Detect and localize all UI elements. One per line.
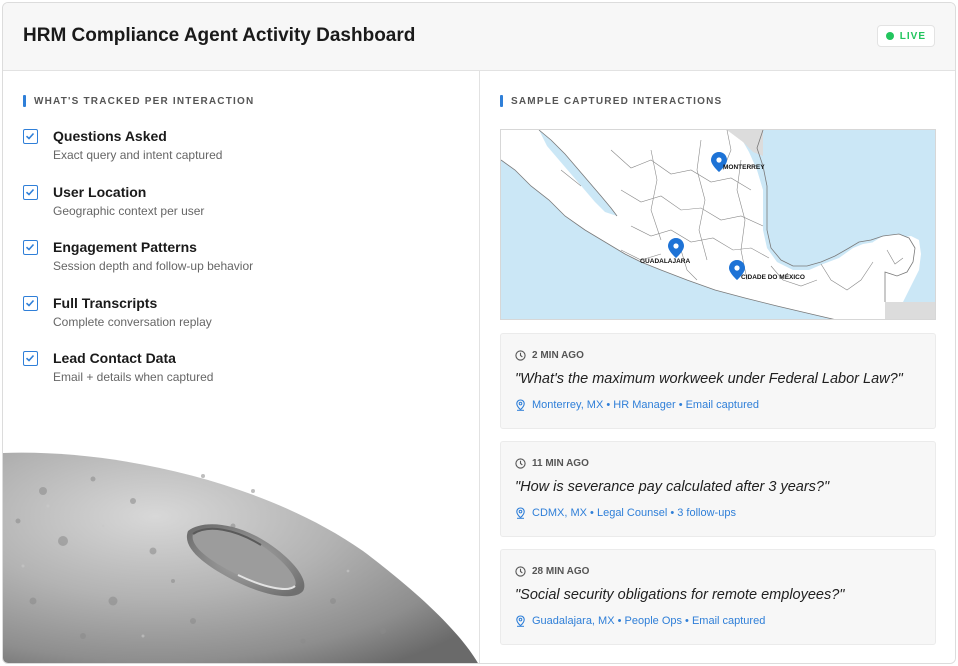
pin-label-mexico-city: CIDADE DO MÉXICO [741,272,805,281]
page-title: HRM Compliance Agent Activity Dashboard [23,25,416,46]
interaction-meta-label: Guadalajara, MX • People Ops • Email cap… [532,615,766,627]
interaction-time: 28 MIN AGO [515,566,589,577]
dashboard-window: HRM Compliance Agent Activity Dashboard … [2,2,956,664]
live-status-label: LIVE [899,30,926,42]
clock-icon [515,350,526,361]
feature-questions-asked: Questions Asked Exact query and intent c… [23,125,463,181]
live-status-badge: LIVE [876,25,935,47]
feature-description: Complete conversation replay [53,314,212,329]
interaction-time-label: 2 MIN AGO [532,350,584,361]
feature-full-transcripts: Full Transcripts Complete conversation r… [23,292,463,348]
live-status-dot [885,32,894,40]
tracked-section-label: WHAT'S TRACKED PER INTERACTION [34,95,255,107]
location-pin-icon [516,507,525,519]
dashboard-header: HRM Compliance Agent Activity Dashboard … [3,3,955,71]
interaction-quote: "How is severance pay calculated after 3… [515,479,830,495]
interaction-meta-label: Monterrey, MX • HR Manager • Email captu… [532,399,759,411]
feature-description: Email + details when captured [53,370,214,384]
clock-icon [515,566,526,577]
samples-section-heading: SAMPLE CAPTURED INTERACTIONS [500,95,722,107]
feature-description: Exact query and intent captured [53,148,223,162]
feature-title: Full Transcripts [53,294,158,311]
checkbox-icon[interactable] [23,295,38,311]
pin-label-guadalajara: GUADALAJARA [640,258,691,265]
feature-engagement-patterns: Engagement Patterns Session depth and fo… [23,236,463,292]
checkbox-icon[interactable] [23,184,38,200]
interaction-card[interactable]: 28 MIN AGO "Social security obligations … [500,549,936,645]
feature-title: User Location [53,183,147,200]
section-accent-bar [23,95,26,107]
location-pin-icon [516,399,525,411]
checkbox-icon[interactable] [23,129,38,144]
tracked-feature-list: Questions Asked Exact query and intent c… [23,125,463,403]
tracked-panel: WHAT'S TRACKED PER INTERACTION Questions… [3,71,479,663]
interaction-time-label: 28 MIN AGO [532,566,590,577]
clock-icon [515,458,526,469]
interaction-time: 2 MIN AGO [515,350,584,361]
section-accent-bar [500,95,503,107]
interaction-card[interactable]: 2 MIN AGO "What's the maximum workweek u… [500,333,936,429]
checkbox-icon[interactable] [23,240,38,255]
location-pin-icon [516,615,525,627]
feature-title: Engagement Patterns [53,239,197,255]
interactions-map[interactable]: MONTERREY GUADALAJARA CIDADE DO MÉXICO [500,129,936,320]
samples-section-label: SAMPLE CAPTURED INTERACTIONS [511,95,723,107]
feature-title: Lead Contact Data [53,350,176,366]
interaction-meta[interactable]: Monterrey, MX • HR Manager • Email captu… [515,399,759,411]
interaction-quote: "What's the maximum workweek under Feder… [515,371,903,387]
interaction-meta[interactable]: CDMX, MX • Legal Counsel • 3 follow-ups [515,507,736,519]
moon-illustration [3,431,479,663]
feature-description: Session depth and follow-up behavior [53,259,254,273]
interaction-quote: "Social security obligations for remote … [515,587,845,603]
feature-description: Geographic context per user [53,203,205,218]
feature-lead-contact-data: Lead Contact Data Email + details when c… [23,347,463,403]
interaction-time-label: 11 MIN AGO [532,458,589,469]
interaction-meta-label: CDMX, MX • Legal Counsel • 3 follow-ups [532,507,736,519]
pin-label-monterrey: MONTERREY [723,164,765,171]
tracked-section-heading: WHAT'S TRACKED PER INTERACTION [23,95,254,107]
interaction-card[interactable]: 11 MIN AGO "How is severance pay calcula… [500,441,936,537]
checkbox-icon[interactable] [23,351,38,366]
interaction-time: 11 MIN AGO [515,458,589,469]
interaction-meta[interactable]: Guadalajara, MX • People Ops • Email cap… [515,615,765,627]
feature-user-location: User Location Geographic context per use… [23,181,463,237]
samples-panel: SAMPLE CAPTURED INTERACTIONS MONTERREY G… [480,71,955,663]
feature-title: Questions Asked [53,128,167,144]
